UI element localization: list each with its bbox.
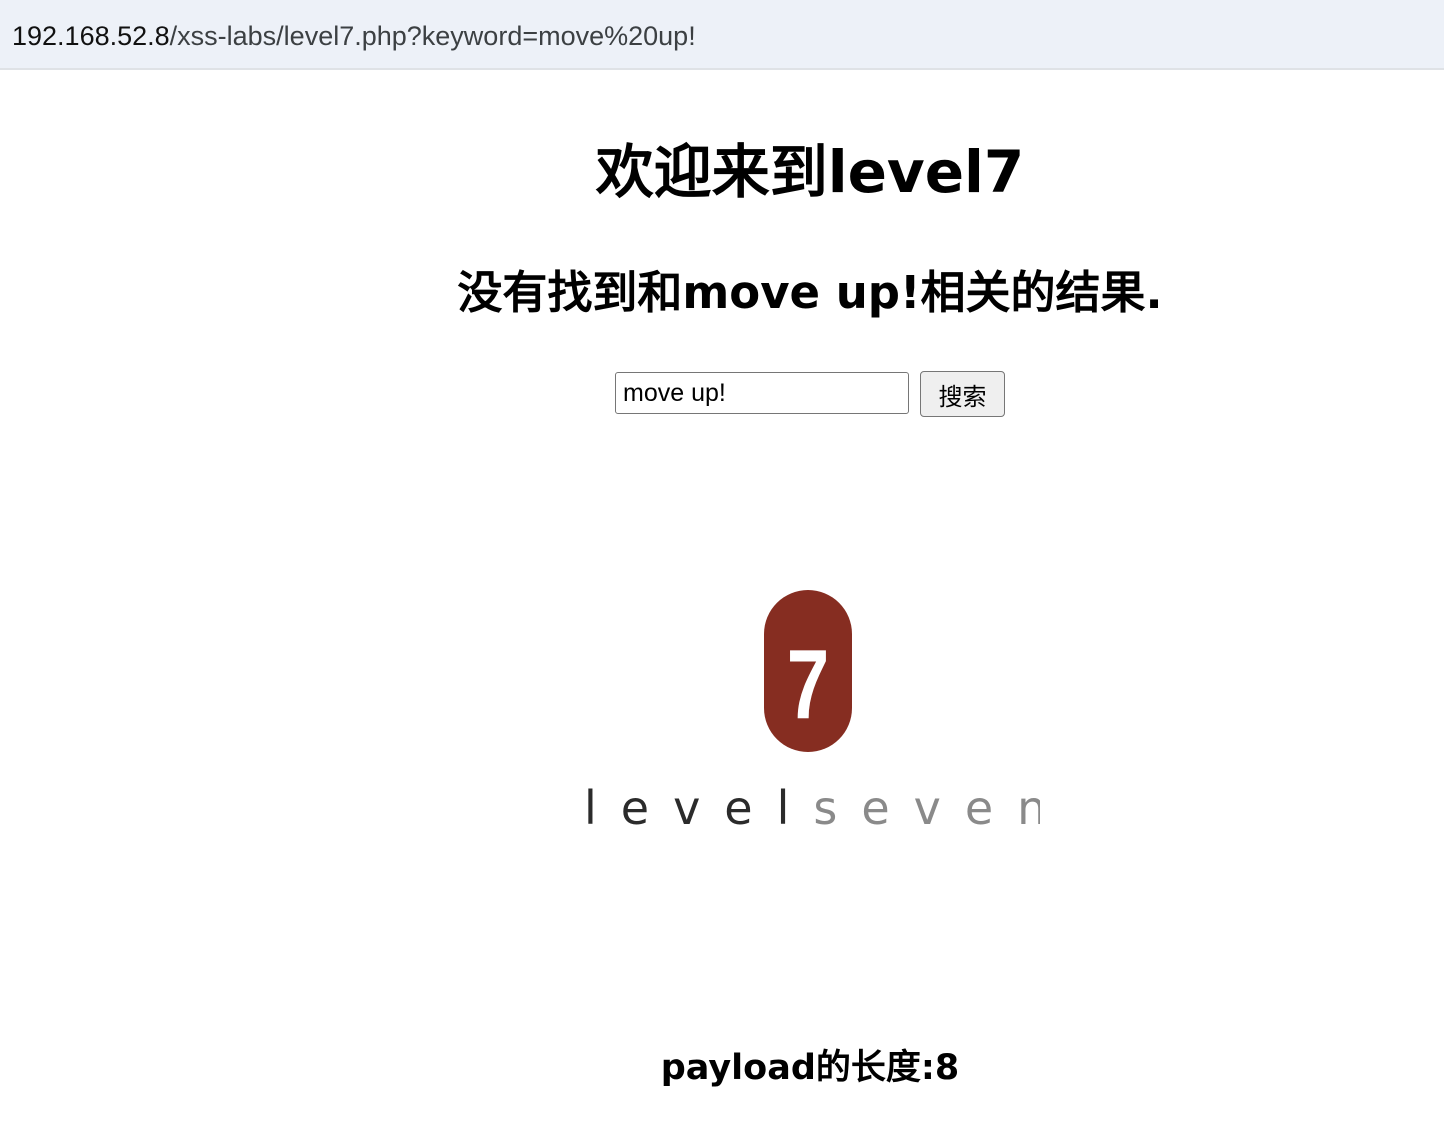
browser-address-bar[interactable]: 192.168.52.8/xss-labs/level7.php?keyword…	[0, 0, 1444, 70]
url-path: /xss-labs/level7.php?keyword=move%20up!	[169, 21, 696, 51]
page-title: 欢迎来到level7	[595, 138, 1025, 206]
url-text[interactable]: 192.168.52.8/xss-labs/level7.php?keyword…	[12, 20, 696, 52]
logo-wordmark-seven: seven	[813, 781, 1040, 835]
payload-length-label: payload的长度:	[660, 1048, 935, 1088]
keyword-input[interactable]	[615, 372, 909, 414]
result-message: 没有找到和move up!相关的结果.	[457, 266, 1163, 319]
logo-wordmark-level: level	[584, 781, 813, 835]
url-host: 192.168.52.8	[12, 21, 170, 51]
page-content: 欢迎来到level7 没有找到和move up!相关的结果. 搜索 7 leve…	[0, 84, 1444, 1130]
search-button[interactable]: 搜索	[920, 371, 1005, 417]
payload-length-value: 8	[934, 1048, 960, 1088]
logo-badge-number: 7	[787, 629, 830, 739]
level-seven-logo: 7 levelseven	[584, 590, 1040, 835]
payload-length: payload的长度:8	[175, 1044, 1444, 1092]
logo-wordmark: levelseven	[584, 781, 1040, 835]
